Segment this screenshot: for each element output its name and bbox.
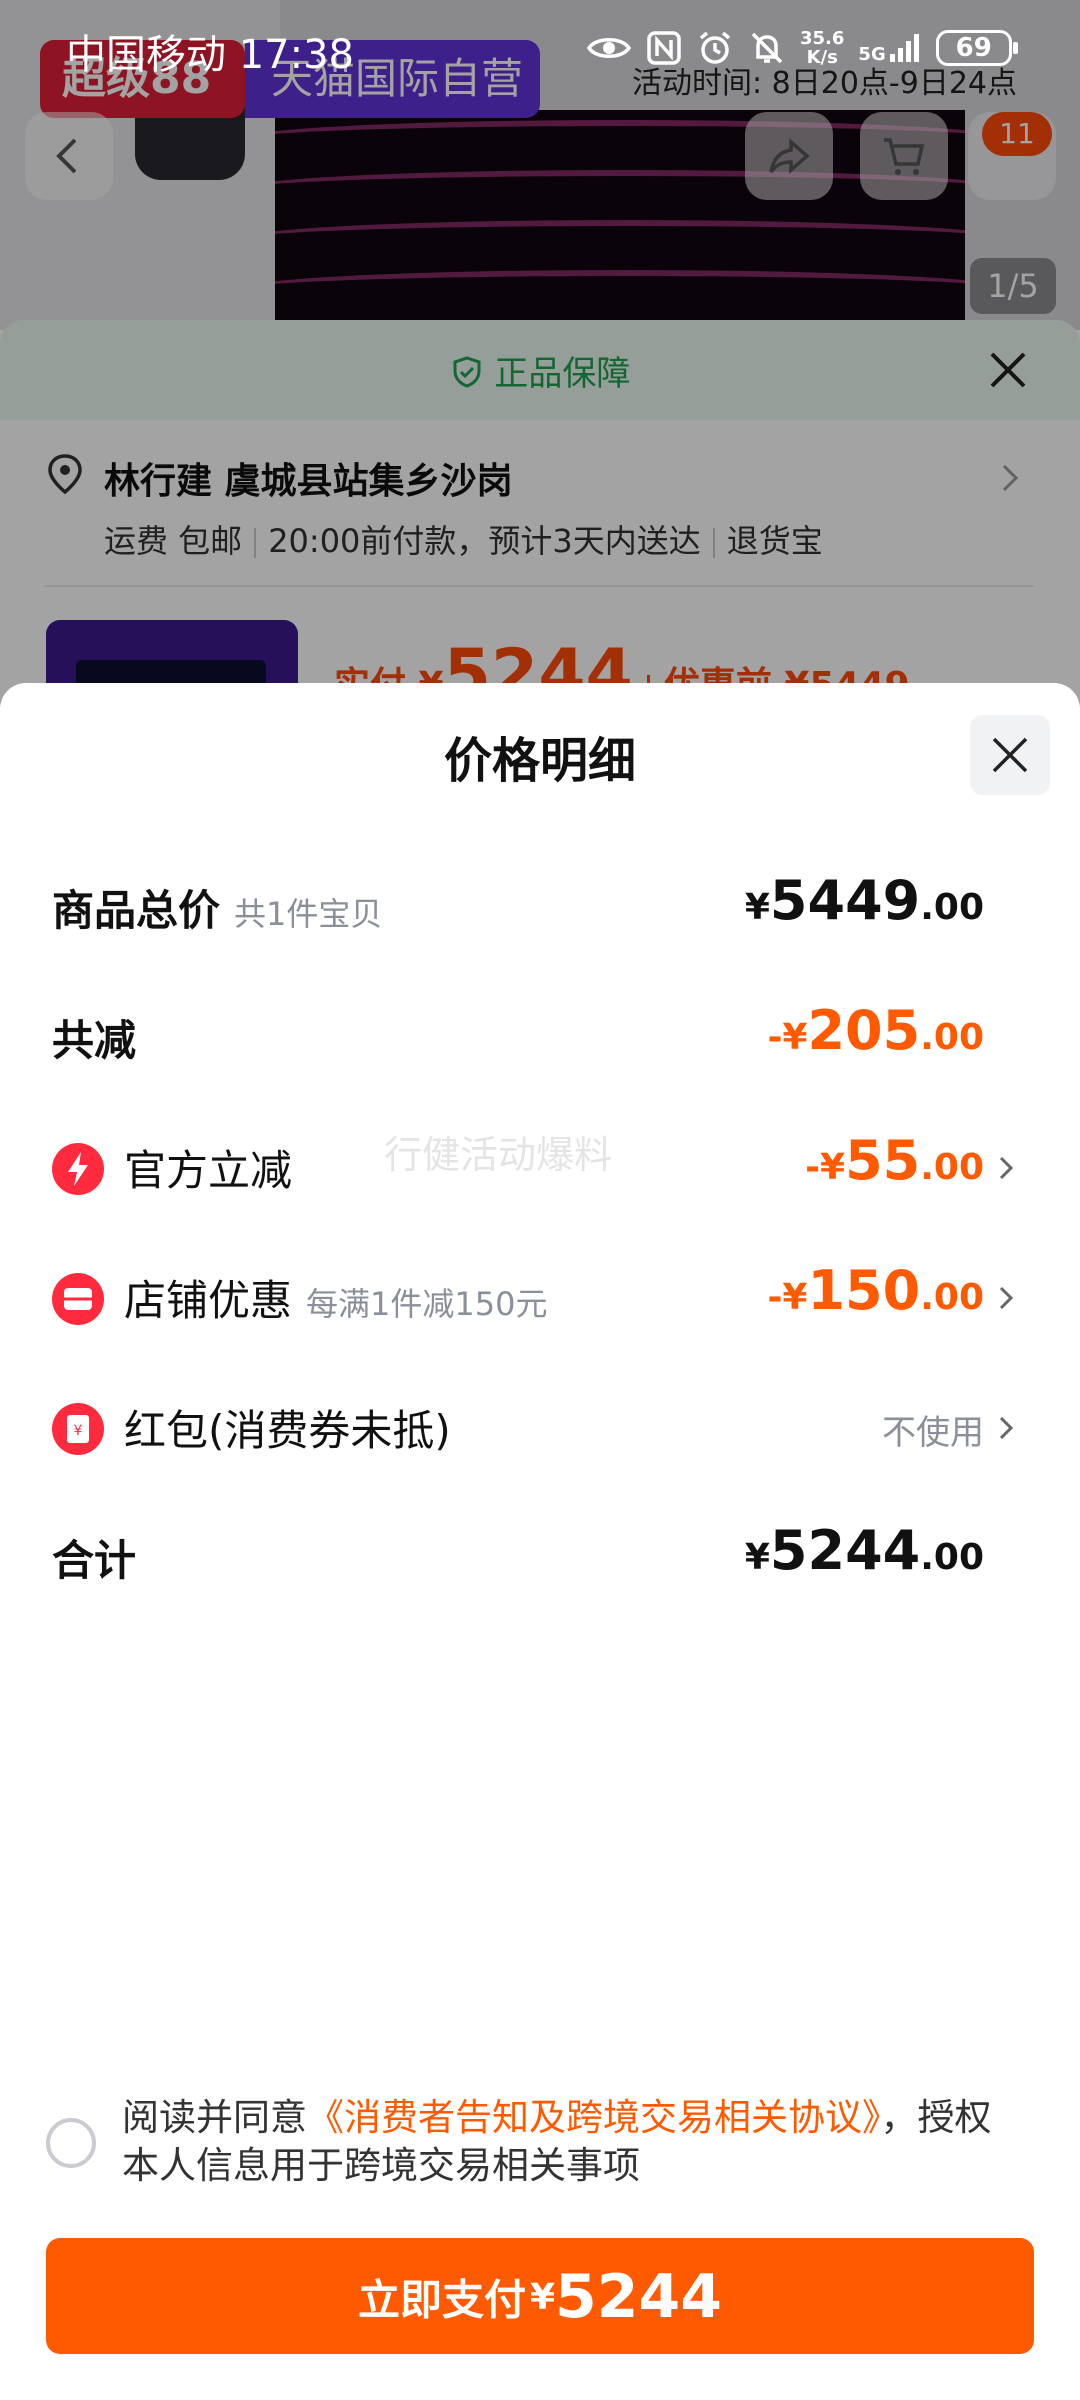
row-grand-total: 合计 ¥5244.00: [0, 1513, 1080, 1593]
mute-bell-icon: [751, 32, 783, 64]
agreement-text: 阅读并同意《消费者告知及跨境交易相关协议》，授权本人信息用于跨境交易相关事项: [122, 2096, 992, 2187]
row-label: 合计: [52, 1536, 137, 1585]
carrier-time: 中国移动 17:38: [66, 32, 354, 78]
pay-now-button[interactable]: 立即支付 ¥5244: [46, 2238, 1034, 2354]
coupon-icon: [52, 1273, 104, 1325]
battery-icon: 69: [935, 30, 1018, 66]
row-label: 红包(消费券未抵): [124, 1406, 451, 1455]
row-sub: 共1件宝贝: [234, 895, 383, 933]
row-red-packet[interactable]: ¥ 红包(消费券未抵) 不使用: [0, 1383, 1080, 1463]
status-bar: 中国移动 17:38 35.6 K/s 5G 69: [0, 0, 1080, 90]
row-label: 共减: [52, 1016, 137, 1065]
row-store-discount[interactable]: 店铺优惠 每满1件减150元 -¥150.00: [0, 1253, 1080, 1333]
row-total-discount: 共减 -¥205.00: [0, 993, 1080, 1073]
agreement-link[interactable]: 《消费者告知及跨境交易相关协议》: [307, 2096, 881, 2139]
watermark: 行健活动爆料: [384, 1133, 613, 1177]
grand-total-price: ¥5244.00: [744, 1519, 984, 1582]
chevron-right-icon: [999, 1286, 1014, 1310]
eye-icon: [586, 38, 632, 58]
row-sub: 每满1件减150元: [306, 1285, 548, 1323]
alarm-icon: [699, 31, 731, 64]
total-discount-price: -¥205.00: [767, 999, 984, 1062]
signal-icon: [889, 34, 919, 62]
store-discount-price: -¥150.00: [767, 1259, 984, 1322]
modal-title: 价格明细: [443, 733, 636, 789]
chevron-right-icon: [999, 1156, 1014, 1180]
agreement-checkbox[interactable]: [46, 2118, 96, 2168]
pay-button-label: 立即支付: [357, 2275, 526, 2325]
close-icon: [992, 737, 1028, 773]
network-type: 5G: [858, 44, 886, 65]
modal-close-button[interactable]: [970, 715, 1050, 795]
lightning-icon: [52, 1143, 104, 1195]
row-goods-total: 商品总价 共1件宝贝 ¥5449.00: [0, 863, 1080, 943]
chevron-right-icon: [999, 1416, 1014, 1440]
row-label: 店铺优惠: [124, 1276, 293, 1325]
svg-text:¥: ¥: [74, 1423, 83, 1439]
row-label: 商品总价: [52, 886, 221, 935]
goods-total-price: ¥5449.00: [744, 869, 984, 932]
row-label: 官方立减: [124, 1146, 293, 1195]
nfc-icon: [647, 31, 681, 65]
network-speed: 35.6 K/s: [800, 28, 845, 68]
red-packet-value: 不使用: [882, 1413, 984, 1453]
official-discount-price: -¥55.00: [805, 1129, 984, 1192]
red-packet-icon: ¥: [52, 1403, 104, 1455]
pay-button-amount: 5244: [555, 2262, 723, 2332]
